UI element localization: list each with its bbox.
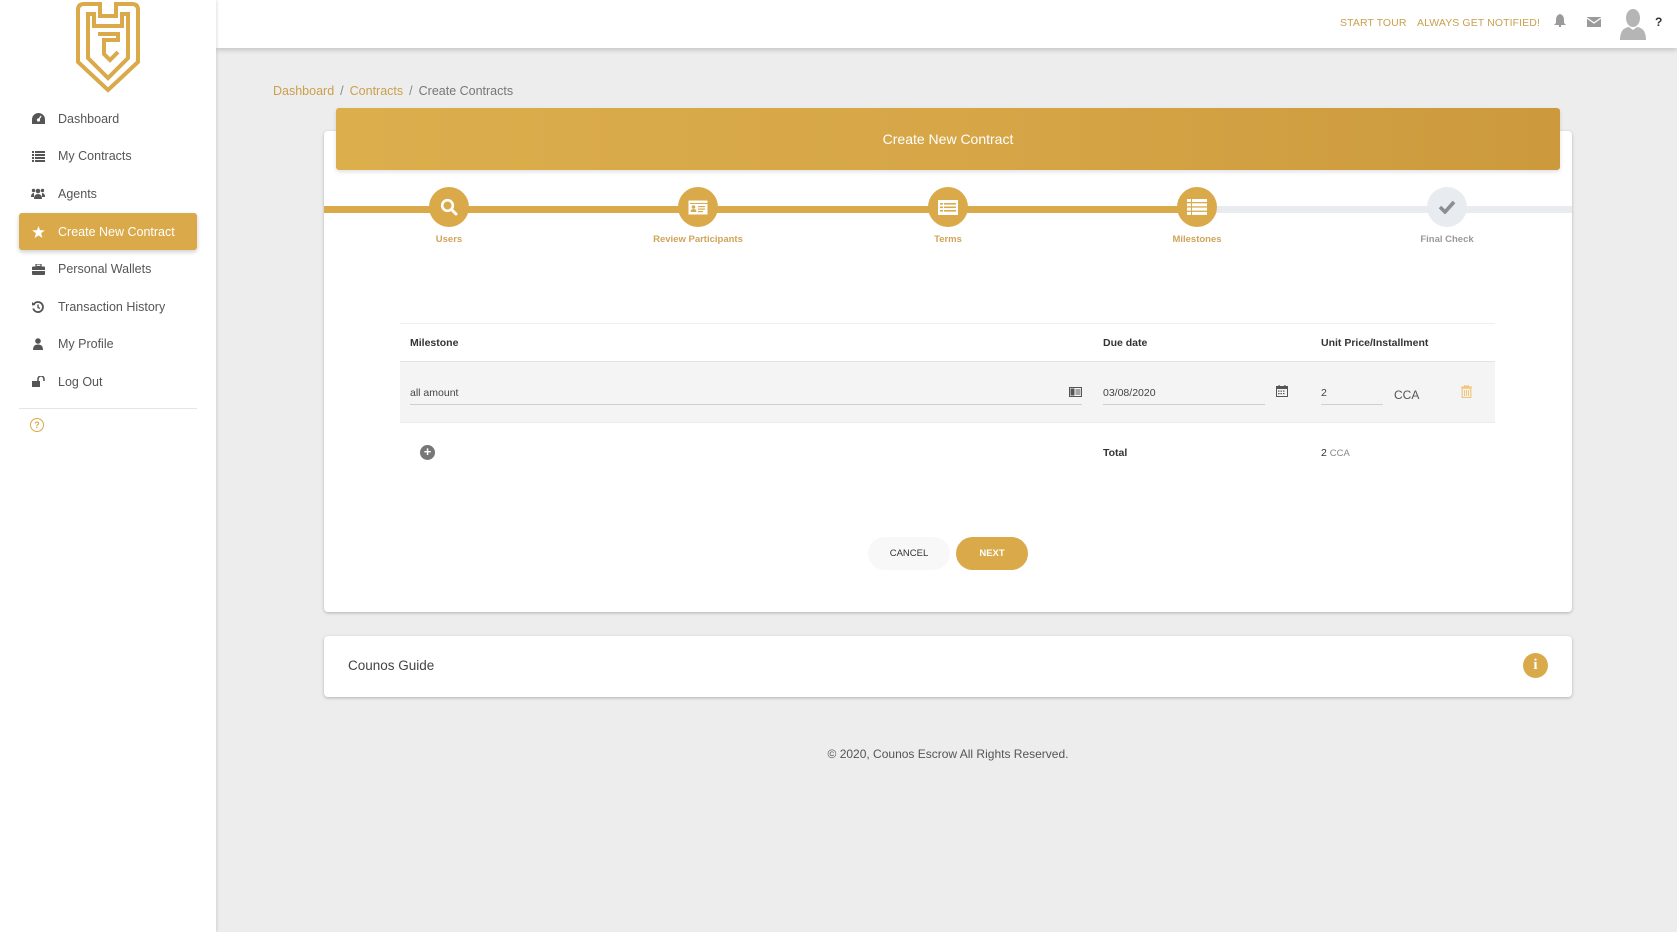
due-date-input[interactable]: [1103, 381, 1265, 405]
step-milestones[interactable]: Milestones: [1127, 187, 1267, 245]
breadcrumb-dashboard[interactable]: Dashboard: [273, 84, 334, 98]
table-header: Milestone Due date Unit Price/Installmen…: [400, 324, 1495, 362]
total-amount: 2: [1321, 447, 1327, 459]
id-card-icon: [678, 187, 718, 227]
list-alt-icon: [928, 187, 968, 227]
plus-circle-icon: +: [423, 444, 432, 459]
milestone-text-input[interactable]: [410, 386, 1082, 399]
id-card-icon[interactable]: [1069, 386, 1082, 400]
sidebar-item-label: Personal Wallets: [58, 262, 152, 277]
sidebar-item-label: Log Out: [58, 374, 103, 389]
sidebar-item-label: My Contracts: [58, 149, 132, 164]
sidebar-item-dashboard[interactable]: Dashboard: [19, 100, 197, 138]
list-icon: [31, 149, 45, 163]
avatar[interactable]: [1620, 8, 1646, 40]
calendar-icon[interactable]: [1276, 385, 1288, 400]
sidebar-item-label: Agents: [58, 186, 97, 201]
sidebar: Dashboard My Contracts Agents Create New…: [0, 0, 216, 932]
bell-icon[interactable]: [1554, 14, 1566, 30]
sidebar-item-log-out[interactable]: Log Out: [19, 363, 197, 401]
question-circle-icon[interactable]: ?: [30, 418, 44, 432]
breadcrumb-contracts[interactable]: Contracts: [350, 84, 404, 98]
info-icon[interactable]: i: [1523, 653, 1548, 678]
briefcase-icon: [31, 262, 45, 276]
breadcrumb: Dashboard / Contracts / Create Contracts: [273, 84, 513, 98]
breadcrumb-current: Create Contracts: [418, 84, 514, 98]
column-header-due-date: Due date: [1103, 336, 1148, 349]
card-header: Create New Contract: [336, 108, 1560, 170]
total-label: Total: [1103, 447, 1128, 459]
sidebar-item-label: Create New Contract: [58, 224, 175, 239]
step-label: Terms: [934, 234, 962, 245]
help-button[interactable]: ?: [1655, 15, 1662, 29]
counos-logo[interactable]: [74, 0, 142, 94]
step-label: Users: [435, 234, 463, 245]
guide-title: Counos Guide: [348, 658, 435, 673]
user-icon: [31, 337, 45, 351]
sidebar-item-transaction-history[interactable]: Transaction History: [19, 288, 197, 326]
step-final-check[interactable]: Final Check: [1377, 187, 1517, 245]
breadcrumb-separator: /: [409, 84, 413, 98]
table-footer: + Total 2 CCA: [400, 423, 1495, 483]
breadcrumb-separator: /: [340, 84, 344, 98]
column-header-unit-price: Unit Price/Installment: [1321, 336, 1429, 349]
mail-icon[interactable]: [1586, 15, 1602, 30]
list-icon: [1177, 187, 1217, 227]
price-input[interactable]: [1321, 381, 1383, 405]
sidebar-item-agents[interactable]: Agents: [19, 175, 197, 213]
wizard-stepper: Users Review Participants Terms Mileston…: [324, 187, 1572, 247]
table-row: CCA: [400, 362, 1495, 423]
sidebar-item-personal-wallets[interactable]: Personal Wallets: [19, 250, 197, 288]
sidebar-item-my-contracts[interactable]: My Contracts: [19, 138, 197, 176]
search-icon: [429, 187, 469, 227]
sidebar-item-label: Dashboard: [58, 111, 120, 126]
milestone-input[interactable]: [410, 381, 1082, 405]
card-title: Create New Contract: [882, 131, 1014, 147]
check-icon: [1427, 187, 1467, 227]
step-label: Milestones: [1172, 234, 1222, 245]
total-currency: CCA: [1329, 448, 1350, 459]
sidebar-nav: Dashboard My Contracts Agents Create New…: [19, 100, 197, 401]
users-icon: [31, 187, 45, 201]
step-review-participants[interactable]: Review Participants: [628, 187, 768, 245]
top-bar: START TOUR ALWAYS GET NOTIFIED! ?: [216, 0, 1677, 48]
currency-label: CCA: [1394, 388, 1420, 402]
add-milestone-button[interactable]: +: [420, 445, 435, 460]
step-label: Review Participants: [653, 234, 743, 245]
milestones-table: Milestone Due date Unit Price/Installmen…: [400, 323, 1495, 483]
start-tour-link[interactable]: START TOUR: [1340, 17, 1407, 29]
sidebar-divider: [19, 408, 197, 409]
unlock-icon: [31, 375, 45, 389]
star-icon: [31, 225, 45, 239]
dashboard-icon: [31, 112, 45, 126]
sidebar-item-label: Transaction History: [58, 299, 166, 314]
price-text-input[interactable]: [1321, 386, 1383, 399]
sidebar-item-label: My Profile: [58, 337, 114, 352]
due-date-text-input[interactable]: [1103, 386, 1265, 399]
column-header-milestone: Milestone: [410, 336, 459, 349]
always-get-notified-link[interactable]: ALWAYS GET NOTIFIED!: [1417, 17, 1540, 29]
step-users[interactable]: Users: [379, 187, 519, 245]
cancel-button[interactable]: CANCEL: [868, 537, 950, 570]
next-button[interactable]: NEXT: [956, 537, 1028, 570]
counos-guide-panel[interactable]: Counos Guide i: [324, 636, 1572, 697]
total-value: 2 CCA: [1321, 447, 1350, 459]
history-icon: [31, 300, 45, 314]
step-label: Final Check: [1420, 234, 1474, 245]
step-terms[interactable]: Terms: [878, 187, 1018, 245]
sidebar-item-my-profile[interactable]: My Profile: [19, 326, 197, 364]
trash-icon[interactable]: [1461, 384, 1472, 403]
sidebar-item-create-new-contract[interactable]: Create New Contract: [19, 212, 197, 251]
footer-copyright: © 2020, Counos Escrow All Rights Reserve…: [827, 747, 1069, 761]
